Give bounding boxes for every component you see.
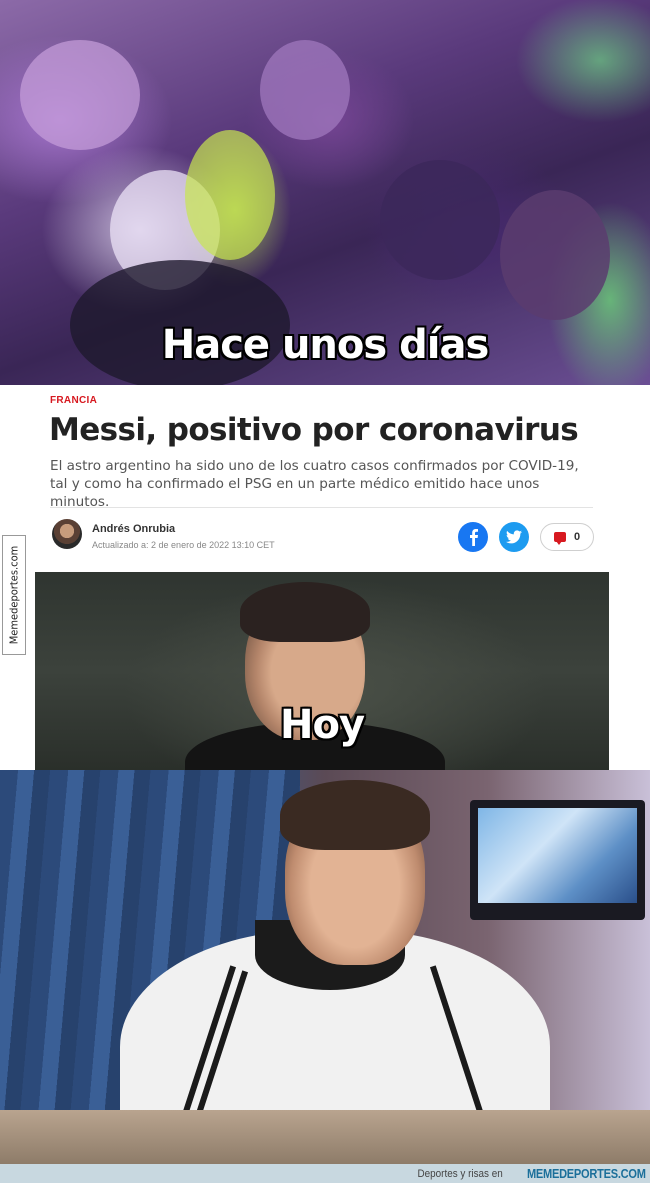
facebook-share-button[interactable] (458, 522, 488, 552)
crowd-figure (500, 190, 610, 320)
photo-caption: Hoy (279, 702, 365, 748)
comments-count: 0 (573, 531, 581, 543)
article-headline: Messi, positivo por coronavirus (49, 412, 579, 448)
footer-brand[interactable]: MEMEDEPORTES.COM (527, 1166, 646, 1181)
crowd-figure (260, 40, 350, 140)
crowd-figure (185, 130, 275, 260)
crowd-figure (380, 160, 500, 280)
twitter-icon (506, 530, 522, 544)
comments-button[interactable]: 0 (540, 523, 594, 551)
updated-timestamp: Actualizado a: 2 de enero de 2022 13:10 … (92, 540, 275, 550)
facebook-icon (470, 529, 478, 546)
article-photo: Hoy (35, 572, 609, 770)
party-photo-panel: Hace unos días (0, 0, 650, 385)
footer-text: Deportes y risas en (417, 1167, 503, 1180)
divider (50, 507, 593, 508)
tv-screen (470, 800, 645, 920)
celebration-photo-panel (0, 770, 650, 1164)
player-hair (280, 780, 430, 850)
author-name[interactable]: Andrés Onrubia (92, 523, 175, 535)
side-watermark-text: Memedeportes.com (7, 545, 21, 645)
section-tag[interactable]: FRANCIA (50, 395, 97, 406)
table (0, 1110, 650, 1164)
side-watermark: Memedeportes.com (2, 535, 26, 655)
twitter-share-button[interactable] (499, 522, 529, 552)
author-avatar[interactable] (52, 519, 82, 549)
top-caption: Hace unos días (161, 322, 490, 368)
footer-strip: Deportes y risas en MEMEDEPORTES.COM (0, 1164, 650, 1183)
article-panel: Memedeportes.com FRANCIA Messi, positivo… (0, 385, 650, 770)
player-hair (240, 582, 370, 642)
article-lede: El astro argentino ha sido uno de los cu… (50, 458, 579, 510)
comment-icon (553, 532, 566, 545)
crowd-figure (20, 40, 140, 150)
tv-display (478, 808, 637, 903)
